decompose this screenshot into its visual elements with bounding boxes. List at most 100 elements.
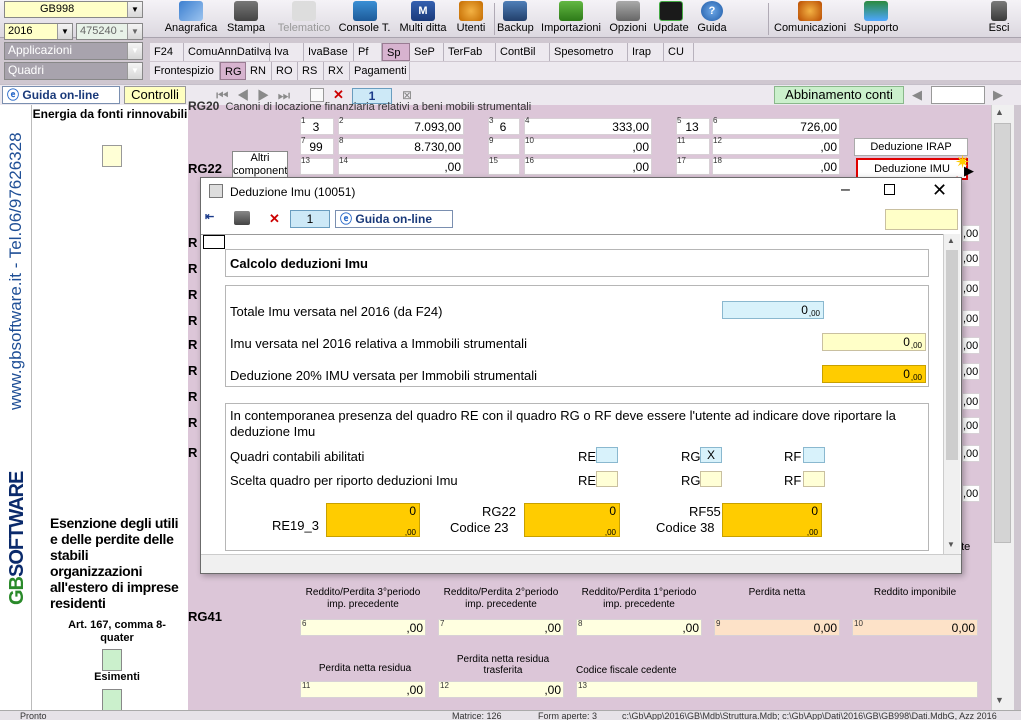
next-icon[interactable]: ▶	[993, 87, 1003, 103]
console-button[interactable]: Console T.	[337, 1, 392, 37]
stampa-button[interactable]: Stampa	[226, 1, 266, 37]
controlli-button[interactable]: Controlli	[124, 86, 186, 104]
row-selector[interactable]	[203, 235, 225, 249]
tab-comuanndatiiva[interactable]: ComuAnnDatiIva	[184, 43, 271, 61]
chevron-down-icon[interactable]: ▼	[127, 63, 142, 79]
tab-frontespizio[interactable]: Frontespizio	[150, 62, 220, 80]
rg20-cell[interactable]: 333,00	[524, 118, 652, 135]
quadri-combo[interactable]: Quadri ▼	[4, 62, 143, 80]
client-combo[interactable]: 475240 - ▼	[76, 23, 143, 40]
tab-irap[interactable]: Irap	[628, 43, 664, 61]
rg-cell-partial[interactable]: ,00	[962, 310, 980, 327]
utenti-button[interactable]: Utenti	[453, 1, 489, 37]
maximize-icon[interactable]	[884, 184, 895, 195]
scroll-thumb[interactable]	[994, 123, 1011, 543]
rg20-cell[interactable]: ,00	[524, 138, 652, 155]
rg20-cell[interactable]: ,00	[338, 158, 464, 175]
pnr-field[interactable]: ,00	[438, 681, 564, 698]
scroll-down-icon[interactable]: ▼	[947, 540, 955, 549]
chevron-down-icon[interactable]: ▼	[57, 24, 72, 39]
tab-iva[interactable]: Iva	[270, 43, 304, 61]
exit-dialog-icon[interactable]: ⇤	[205, 210, 221, 226]
guida-button[interactable]: ? Guida	[694, 1, 730, 37]
re-scelta-checkbox[interactable]	[596, 471, 618, 487]
rg-abilitato-checkbox[interactable]: X	[700, 447, 722, 463]
rg-cell-partial[interactable]: ,00	[962, 445, 980, 462]
code-combo[interactable]: GB998 ▼	[4, 1, 143, 18]
search-field[interactable]	[931, 86, 985, 104]
tab-cu[interactable]: CU	[664, 43, 694, 61]
imu-strumentali-field[interactable]: 0,00	[822, 333, 926, 351]
scroll-up-icon[interactable]: ▲	[995, 107, 1004, 117]
dialog-page-number[interactable]: 1	[290, 210, 330, 228]
rg41-field[interactable]: 0,00	[714, 619, 840, 636]
art-checkbox[interactable]	[102, 649, 122, 671]
tab-terfab[interactable]: TerFab	[444, 43, 496, 61]
rf-abilitato-checkbox[interactable]	[803, 447, 825, 463]
tab-rn[interactable]: RN	[246, 62, 272, 80]
delete-icon[interactable]: ✕	[269, 211, 280, 227]
rg-cell-partial[interactable]: ,00	[962, 250, 980, 267]
opzioni-button[interactable]: Opzioni	[608, 1, 648, 37]
tab-ro[interactable]: RO	[272, 62, 298, 80]
rg20-cell[interactable]: 726,00	[712, 118, 840, 135]
rg20-cell[interactable]: 7.093,00	[338, 118, 464, 135]
energia-checkbox[interactable]	[102, 145, 122, 167]
tab-sp[interactable]: Sp	[382, 43, 410, 61]
rg-cell-partial[interactable]: ,00	[962, 337, 980, 354]
re19-field[interactable]: 0,00	[326, 503, 420, 537]
totale-imu-field[interactable]: 0,00	[722, 301, 824, 319]
re-abilitato-checkbox[interactable]	[596, 447, 618, 463]
dialog-scroll-thumb[interactable]	[946, 250, 958, 460]
deduzione-irap-button[interactable]: Deduzione IRAP	[854, 138, 968, 156]
anagrafica-button[interactable]: Anagrafica	[163, 1, 219, 37]
supporto-button[interactable]: Supporto	[850, 1, 902, 37]
minimize-icon[interactable]: –	[841, 181, 850, 199]
rg-cell-partial[interactable]: ,00	[962, 363, 980, 380]
applicazioni-combo[interactable]: Applicazioni ▼	[4, 42, 143, 60]
pnr-field[interactable]: ,00	[300, 681, 426, 698]
rg41-field[interactable]: ,00	[438, 619, 564, 636]
scroll-up-icon[interactable]: ▲	[947, 236, 955, 245]
rg-cell-partial[interactable]: ,00	[962, 393, 980, 410]
guida-online-button[interactable]: ⓔ Guida on-line	[2, 86, 120, 104]
pnr-field[interactable]	[576, 681, 978, 698]
close-icon[interactable]: ✕	[932, 180, 947, 201]
importazioni-button[interactable]: Importazioni	[540, 1, 602, 37]
tab-ivabase[interactable]: IvaBase	[304, 43, 354, 61]
rg41-field[interactable]: ,00	[576, 619, 702, 636]
esimenti-checkbox[interactable]	[102, 689, 122, 711]
rg-scelta-checkbox[interactable]	[700, 471, 722, 487]
rg20-cell[interactable]: ,00	[712, 158, 840, 175]
tab-pagamenti[interactable]: Pagamenti	[350, 62, 410, 80]
rf55-field[interactable]: 0,00	[722, 503, 822, 537]
rg20-cell[interactable]: ,00	[712, 138, 840, 155]
dialog-guida-online-button[interactable]: ⓔ Guida on-line	[335, 210, 453, 228]
tab-f24[interactable]: F24	[150, 43, 184, 61]
update-button[interactable]: Update	[652, 1, 690, 37]
rg20-cell[interactable]: ,00	[524, 158, 652, 175]
chevron-down-icon[interactable]: ▼	[127, 24, 142, 39]
chevron-down-icon[interactable]: ▼	[127, 2, 142, 17]
comunicazioni-button[interactable]: Comunicazioni	[774, 1, 846, 37]
rg41-field[interactable]: 0,00	[852, 619, 978, 636]
rf-scelta-checkbox[interactable]	[803, 471, 825, 487]
printer-icon[interactable]	[234, 211, 250, 225]
rg41-field[interactable]: ,00	[300, 619, 426, 636]
scroll-down-icon[interactable]: ▼	[995, 695, 1004, 705]
rg22-field[interactable]: 0,00	[524, 503, 620, 537]
tab-spesometro[interactable]: Spesometro	[550, 43, 628, 61]
prev-icon[interactable]: ◀	[912, 87, 922, 103]
dialog-scrollbar[interactable]: ▲ ▼	[943, 234, 960, 554]
backup-button[interactable]: Backup	[497, 1, 534, 37]
tab-rs[interactable]: RS	[298, 62, 324, 80]
rg-cell-partial[interactable]: ,00	[962, 280, 980, 297]
rg20-cell[interactable]: 8.730,00	[338, 138, 464, 155]
rg-cell-partial[interactable]: ,00	[962, 485, 980, 502]
telematico-button[interactable]: Telematico	[274, 1, 334, 37]
dialog-code-field[interactable]	[885, 209, 958, 230]
tab-rx[interactable]: RX	[324, 62, 350, 80]
rg-cell-partial[interactable]: ,00	[962, 417, 980, 434]
main-scrollbar[interactable]: ▲ ▼	[991, 105, 1014, 710]
rg-cell-partial[interactable]: ,00	[962, 225, 980, 242]
